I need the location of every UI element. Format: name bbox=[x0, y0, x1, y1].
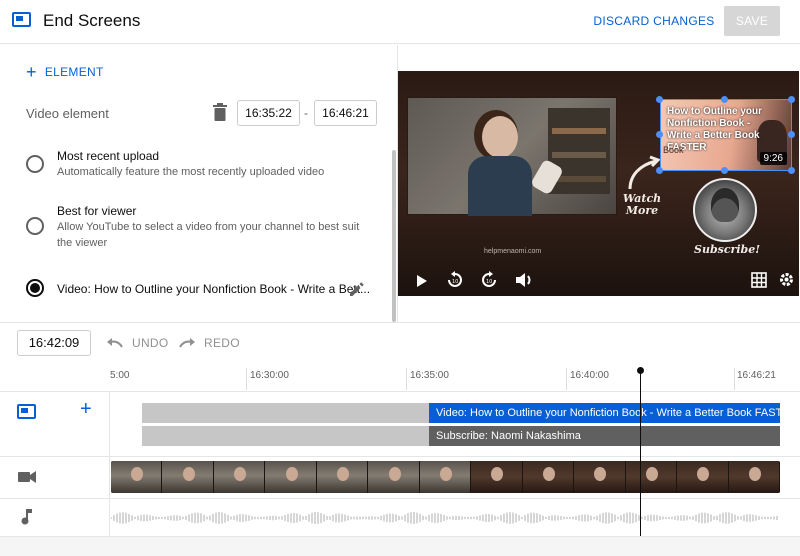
end-time-input[interactable]: 16:46:21 bbox=[314, 100, 377, 126]
music-note-icon bbox=[21, 509, 32, 525]
main-video-frame bbox=[407, 97, 617, 216]
page-title: End Screens bbox=[43, 11, 141, 30]
redo-icon bbox=[179, 338, 195, 348]
element-range-before bbox=[142, 403, 429, 423]
add-element-label: ELEMENT bbox=[44, 65, 104, 79]
radio-specific-video[interactable] bbox=[26, 279, 44, 297]
tick-mark bbox=[246, 368, 247, 390]
filmstrip-frame bbox=[368, 461, 420, 493]
filmstrip-frame bbox=[677, 461, 729, 493]
tick-mark bbox=[406, 368, 407, 390]
resize-handle[interactable] bbox=[788, 96, 795, 103]
video-element-bar[interactable]: Video: How to Outline your Nonfiction Bo… bbox=[429, 403, 780, 423]
filmstrip-frame bbox=[574, 461, 626, 493]
filmstrip-frame bbox=[728, 461, 780, 493]
playhead[interactable] bbox=[637, 367, 644, 536]
save-button[interactable]: SAVE bbox=[724, 6, 780, 36]
tick-label: 16:46:21 bbox=[737, 370, 776, 381]
resize-handle[interactable] bbox=[656, 96, 663, 103]
rewind-10-icon[interactable]: 10 bbox=[446, 271, 464, 289]
duration-badge: 9:26 bbox=[759, 152, 787, 165]
header: End Screens DISCARD CHANGES SAVE bbox=[0, 0, 800, 44]
filmstrip-frame bbox=[625, 461, 678, 493]
watermark: helpmenaomi.com bbox=[484, 248, 542, 255]
tick-label: 16:40:00 bbox=[570, 370, 609, 381]
video-element-label: Video element bbox=[26, 106, 109, 121]
discard-changes-button[interactable]: DISCARD CHANGES bbox=[592, 8, 716, 34]
presenter bbox=[468, 112, 532, 216]
volume-icon[interactable] bbox=[515, 272, 533, 288]
pencil-icon[interactable] bbox=[348, 280, 366, 298]
option-title: Video: How to Outline your Nonfiction Bo… bbox=[57, 282, 371, 296]
card-subtitle: Book bbox=[663, 145, 684, 155]
resize-handle[interactable] bbox=[721, 167, 728, 174]
option-title: Most recent upload bbox=[57, 149, 160, 163]
end-screen-icon bbox=[12, 12, 31, 27]
option-description: Allow YouTube to select a video from you… bbox=[57, 221, 360, 249]
video-element-card[interactable]: How to Outline your Nonfiction Book - Wr… bbox=[660, 99, 792, 171]
divider bbox=[0, 322, 800, 323]
tick-label: 16:30:00 bbox=[250, 370, 289, 381]
plus-icon: + bbox=[26, 62, 37, 82]
filmstrip-frame bbox=[162, 461, 214, 493]
settings-gear-icon[interactable] bbox=[778, 271, 795, 288]
start-time-input[interactable]: 16:35:22 bbox=[237, 100, 300, 126]
grid-icon[interactable] bbox=[751, 272, 767, 288]
filmstrip-frame bbox=[522, 461, 575, 493]
timeline-ruler[interactable]: 5:00 16:30:00 16:35:00 16:40:00 16:46:21 bbox=[0, 364, 800, 392]
bottom-bar bbox=[0, 536, 800, 556]
filmstrip-frame bbox=[316, 461, 369, 493]
add-element-button[interactable]: + ELEMENT bbox=[26, 62, 104, 82]
svg-text:10: 10 bbox=[452, 279, 458, 285]
tick-mark bbox=[734, 368, 735, 390]
undo-icon bbox=[107, 338, 123, 348]
subscribe-element[interactable] bbox=[693, 178, 757, 242]
trash-icon[interactable] bbox=[212, 103, 228, 121]
curved-arrow-icon bbox=[628, 155, 661, 190]
option-description: Automatically feature the most recently … bbox=[57, 166, 325, 178]
element-range-before bbox=[142, 426, 429, 446]
video-preview[interactable]: helpmenaomi.com Watch More How to Outlin… bbox=[398, 71, 799, 296]
audio-waveform[interactable] bbox=[111, 504, 780, 532]
divider bbox=[0, 498, 800, 499]
tick-label: 5:00 bbox=[110, 370, 130, 381]
current-time-input[interactable]: 16:42:09 bbox=[17, 330, 91, 356]
subscribe-text: Subscribe! bbox=[694, 243, 761, 256]
resize-handle[interactable] bbox=[656, 131, 663, 138]
radio-best-for-viewer[interactable] bbox=[26, 217, 44, 235]
filmstrip-frame bbox=[265, 461, 317, 493]
resize-handle[interactable] bbox=[721, 96, 728, 103]
radio-most-recent[interactable] bbox=[26, 155, 44, 173]
subscribe-element-bar[interactable]: Subscribe: Naomi Nakashima bbox=[429, 426, 780, 446]
option-title: Best for viewer bbox=[57, 204, 137, 218]
redo-button[interactable]: REDO bbox=[178, 336, 240, 350]
add-track-element-icon[interactable]: + bbox=[80, 399, 92, 419]
panel-scrollbar[interactable] bbox=[392, 150, 396, 322]
forward-10-icon[interactable]: 10 bbox=[480, 271, 498, 289]
end-screen-track-icon bbox=[17, 404, 36, 419]
divider bbox=[0, 456, 800, 457]
tick-label: 16:35:00 bbox=[410, 370, 449, 381]
svg-text:10: 10 bbox=[486, 279, 492, 285]
resize-handle[interactable] bbox=[656, 167, 663, 174]
watch-more-text: Watch More bbox=[622, 192, 662, 217]
filmstrip-frame bbox=[419, 461, 472, 493]
time-range-separator: - bbox=[304, 106, 308, 120]
redo-label: REDO bbox=[204, 336, 240, 350]
filmstrip-frame bbox=[213, 461, 266, 493]
undo-label: UNDO bbox=[132, 336, 169, 350]
resize-handle[interactable] bbox=[788, 131, 795, 138]
tick-mark bbox=[566, 368, 567, 390]
track-labels: + bbox=[0, 392, 110, 536]
undo-button[interactable]: UNDO bbox=[106, 336, 169, 350]
video-camera-icon bbox=[18, 471, 36, 483]
filmstrip-frame bbox=[111, 461, 163, 493]
element-panel: + ELEMENT Video element 16:35:22 - 16:46… bbox=[0, 45, 398, 322]
play-icon[interactable] bbox=[416, 274, 428, 288]
resize-handle[interactable] bbox=[788, 167, 795, 174]
filmstrip-frame bbox=[471, 461, 523, 493]
video-filmstrip[interactable] bbox=[111, 461, 780, 493]
